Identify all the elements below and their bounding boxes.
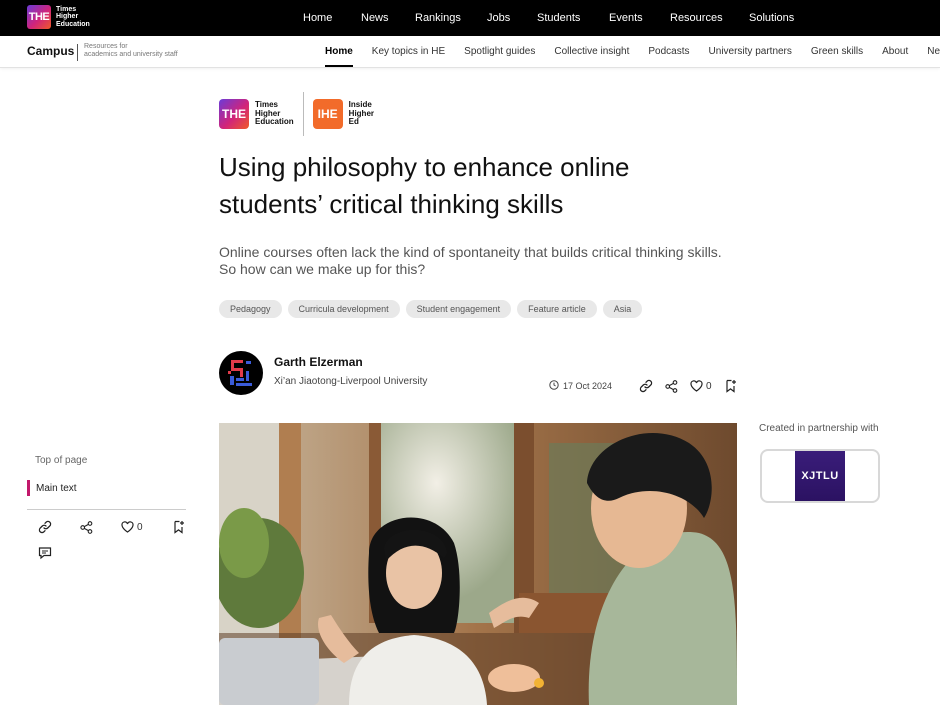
subnav-key-topics[interactable]: Key topics in HE bbox=[372, 36, 445, 67]
campus-subtitle: Resources for academics and university s… bbox=[84, 43, 178, 58]
ihe-logo: IHE bbox=[312, 99, 343, 129]
clock-icon bbox=[549, 380, 559, 392]
article-hero-image bbox=[219, 423, 737, 705]
subnav-green-skills[interactable]: Green skills bbox=[811, 36, 863, 67]
share-icon[interactable] bbox=[665, 379, 678, 393]
logo-separator bbox=[302, 92, 304, 136]
campus-title[interactable]: Campus bbox=[27, 44, 74, 58]
partnership-label: Created in partnership with bbox=[759, 423, 879, 434]
subnav-spotlight-guides[interactable]: Spotlight guides bbox=[464, 36, 535, 67]
date-text: 17 Oct 2024 bbox=[563, 381, 613, 391]
sidebar-heart-icon bbox=[121, 521, 134, 533]
article-standfirst: Online courses often lack the kind of sp… bbox=[219, 244, 722, 277]
topnav-home[interactable]: Home bbox=[303, 12, 361, 24]
sidebar-like-button[interactable]: 0 bbox=[121, 521, 143, 533]
tag-asia[interactable]: Asia bbox=[602, 300, 643, 318]
subnav-home[interactable]: Home bbox=[325, 36, 353, 67]
cobrand-logos: THE Times Higher Education IHE Inside Hi… bbox=[219, 92, 374, 136]
top-navigation-bar: THE Times Higher Education Home News Ran… bbox=[0, 0, 940, 36]
sidebar-share-icon[interactable] bbox=[80, 520, 93, 534]
subnav-podcasts[interactable]: Podcasts bbox=[648, 36, 689, 67]
partner-logo-card[interactable]: XJTLU bbox=[760, 449, 880, 503]
article-tags: Pedagogy Curricula development Student e… bbox=[219, 300, 643, 318]
subnav-university-partners[interactable]: University partners bbox=[709, 36, 792, 67]
the-logo-words: Times Higher Education bbox=[56, 5, 90, 28]
top-of-page-link[interactable]: Top of page bbox=[35, 455, 87, 466]
comment-icon[interactable] bbox=[38, 546, 52, 565]
topnav-resources[interactable]: Resources bbox=[670, 12, 749, 24]
article-actions: 0 bbox=[639, 379, 747, 393]
the-logo-mark: THE bbox=[27, 5, 51, 29]
heart-icon bbox=[690, 380, 703, 392]
sidebar-like-count: 0 bbox=[137, 521, 143, 533]
campus-nav: Home Key topics in HE Spotlight guides C… bbox=[325, 36, 940, 67]
author-institution: Xi’an Jiaotong-Liverpool University bbox=[274, 376, 428, 387]
sidebar-bookmark-add-icon[interactable] bbox=[173, 520, 185, 534]
secondary-navigation-bar: Campus Resources for academics and unive… bbox=[0, 36, 940, 68]
sidebar-actions: 0 bbox=[38, 520, 213, 534]
tag-feature-article[interactable]: Feature article bbox=[517, 300, 597, 318]
subnav-about[interactable]: About bbox=[882, 36, 908, 67]
primary-nav: Home News Rankings Jobs Students Events … bbox=[303, 0, 809, 36]
tag-curricula-development[interactable]: Curricula development bbox=[287, 300, 400, 318]
topnav-students[interactable]: Students bbox=[537, 12, 609, 24]
topnav-events[interactable]: Events bbox=[609, 12, 670, 24]
sidebar-divider bbox=[27, 509, 186, 510]
topnav-rankings[interactable]: Rankings bbox=[415, 12, 487, 24]
like-count: 0 bbox=[706, 380, 712, 392]
campus-divider bbox=[77, 44, 78, 61]
xjtlu-logo: XJTLU bbox=[795, 451, 845, 501]
bookmark-add-icon[interactable] bbox=[725, 379, 737, 393]
tag-pedagogy[interactable]: Pedagogy bbox=[219, 300, 282, 318]
like-button[interactable]: 0 bbox=[690, 380, 712, 392]
subnav-new[interactable]: New bbox=[927, 36, 940, 67]
copy-link-icon[interactable] bbox=[639, 379, 653, 393]
author-avatar[interactable] bbox=[219, 351, 263, 395]
the-logo-large: THE bbox=[219, 99, 249, 129]
topnav-news[interactable]: News bbox=[361, 12, 415, 24]
subnav-collective-insight[interactable]: Collective insight bbox=[554, 36, 629, 67]
topnav-solutions[interactable]: Solutions bbox=[749, 12, 809, 24]
tag-student-engagement[interactable]: Student engagement bbox=[405, 300, 512, 318]
sidebar-copy-link-icon[interactable] bbox=[38, 520, 52, 534]
ihe-logo-words: Inside Higher Ed bbox=[348, 100, 375, 127]
the-logo-large-words: Times Higher Education bbox=[255, 100, 294, 127]
author-name[interactable]: Garth Elzerman bbox=[274, 355, 363, 369]
main-text-label: Main text bbox=[36, 482, 77, 494]
topnav-jobs[interactable]: Jobs bbox=[487, 12, 537, 24]
active-section-indicator bbox=[27, 480, 30, 496]
the-logo[interactable]: THE Times Higher Education bbox=[27, 5, 90, 29]
article-title: Using philosophy to enhance online stude… bbox=[219, 152, 630, 219]
main-text-link[interactable]: Main text bbox=[27, 480, 77, 496]
publish-date: 17 Oct 2024 bbox=[549, 380, 612, 392]
